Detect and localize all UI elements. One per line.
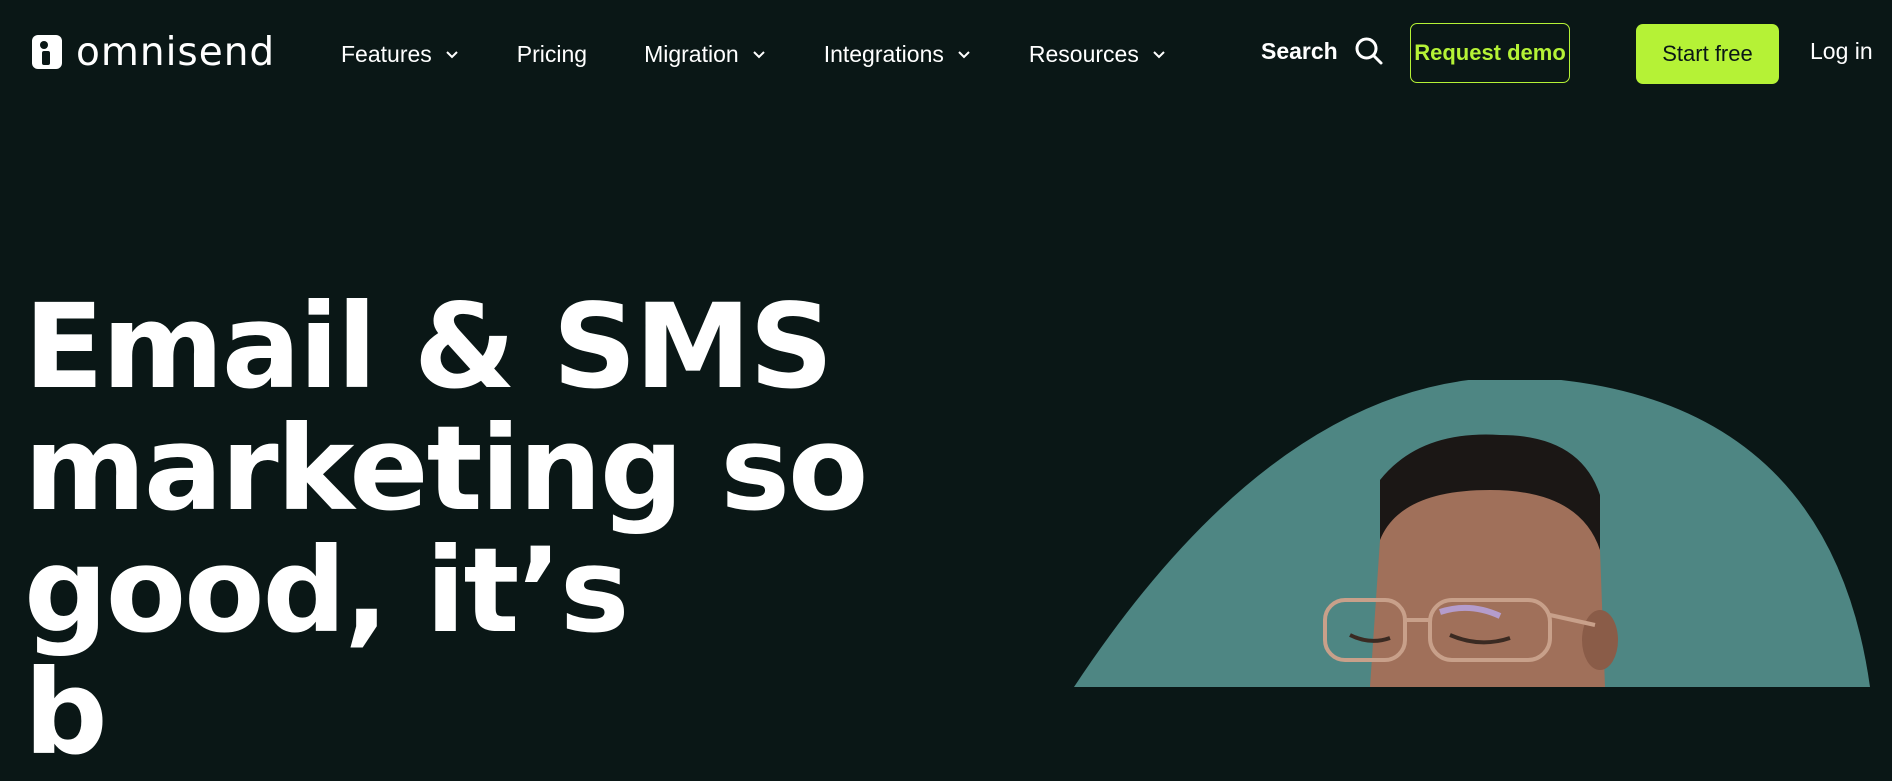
- nav-item-label: Integrations: [823, 40, 944, 67]
- request-demo-button[interactable]: Request demo: [1410, 23, 1570, 83]
- login-link[interactable]: Log in: [1810, 38, 1873, 65]
- hero-line: marketing so: [24, 400, 868, 537]
- logo-text: omnisend: [76, 29, 276, 75]
- search-icon: [1355, 37, 1383, 65]
- hero-person-image: [1074, 380, 1870, 687]
- chevron-down-icon: [1153, 51, 1165, 59]
- nav-item-label: Migration: [644, 40, 739, 67]
- chevron-down-icon: [958, 51, 970, 59]
- omnisend-logo[interactable]: omnisend: [32, 29, 276, 75]
- hero-heading: Email & SMS marketing so good, it’s b: [24, 286, 924, 774]
- chevron-down-icon: [752, 51, 765, 59]
- search-button[interactable]: Search: [1261, 36, 1384, 66]
- start-free-button[interactable]: Start free: [1636, 24, 1779, 84]
- nav-item-features[interactable]: Features: [341, 36, 460, 72]
- nav-item-migration[interactable]: Migration: [644, 36, 767, 72]
- nav-links: Features Pricing Migration Integrations …: [341, 36, 1224, 72]
- hero-line: Email & SMS: [24, 278, 833, 415]
- nav-item-pricing[interactable]: Pricing: [517, 36, 587, 72]
- hero-line: good, it’s: [24, 522, 630, 659]
- nav-item-label: Features: [341, 40, 432, 67]
- search-label: Search: [1261, 37, 1338, 64]
- nav-item-resources[interactable]: Resources: [1029, 36, 1167, 72]
- hero-line: b: [24, 644, 108, 781]
- logo-icon: [32, 35, 62, 69]
- nav-item-label: Resources: [1028, 40, 1139, 67]
- top-navigation: omnisend Features Pricing Migration Inte…: [0, 0, 1892, 108]
- nav-item-label: Pricing: [516, 40, 588, 67]
- nav-item-integrations[interactable]: Integrations: [824, 36, 972, 72]
- chevron-down-icon: [446, 51, 458, 59]
